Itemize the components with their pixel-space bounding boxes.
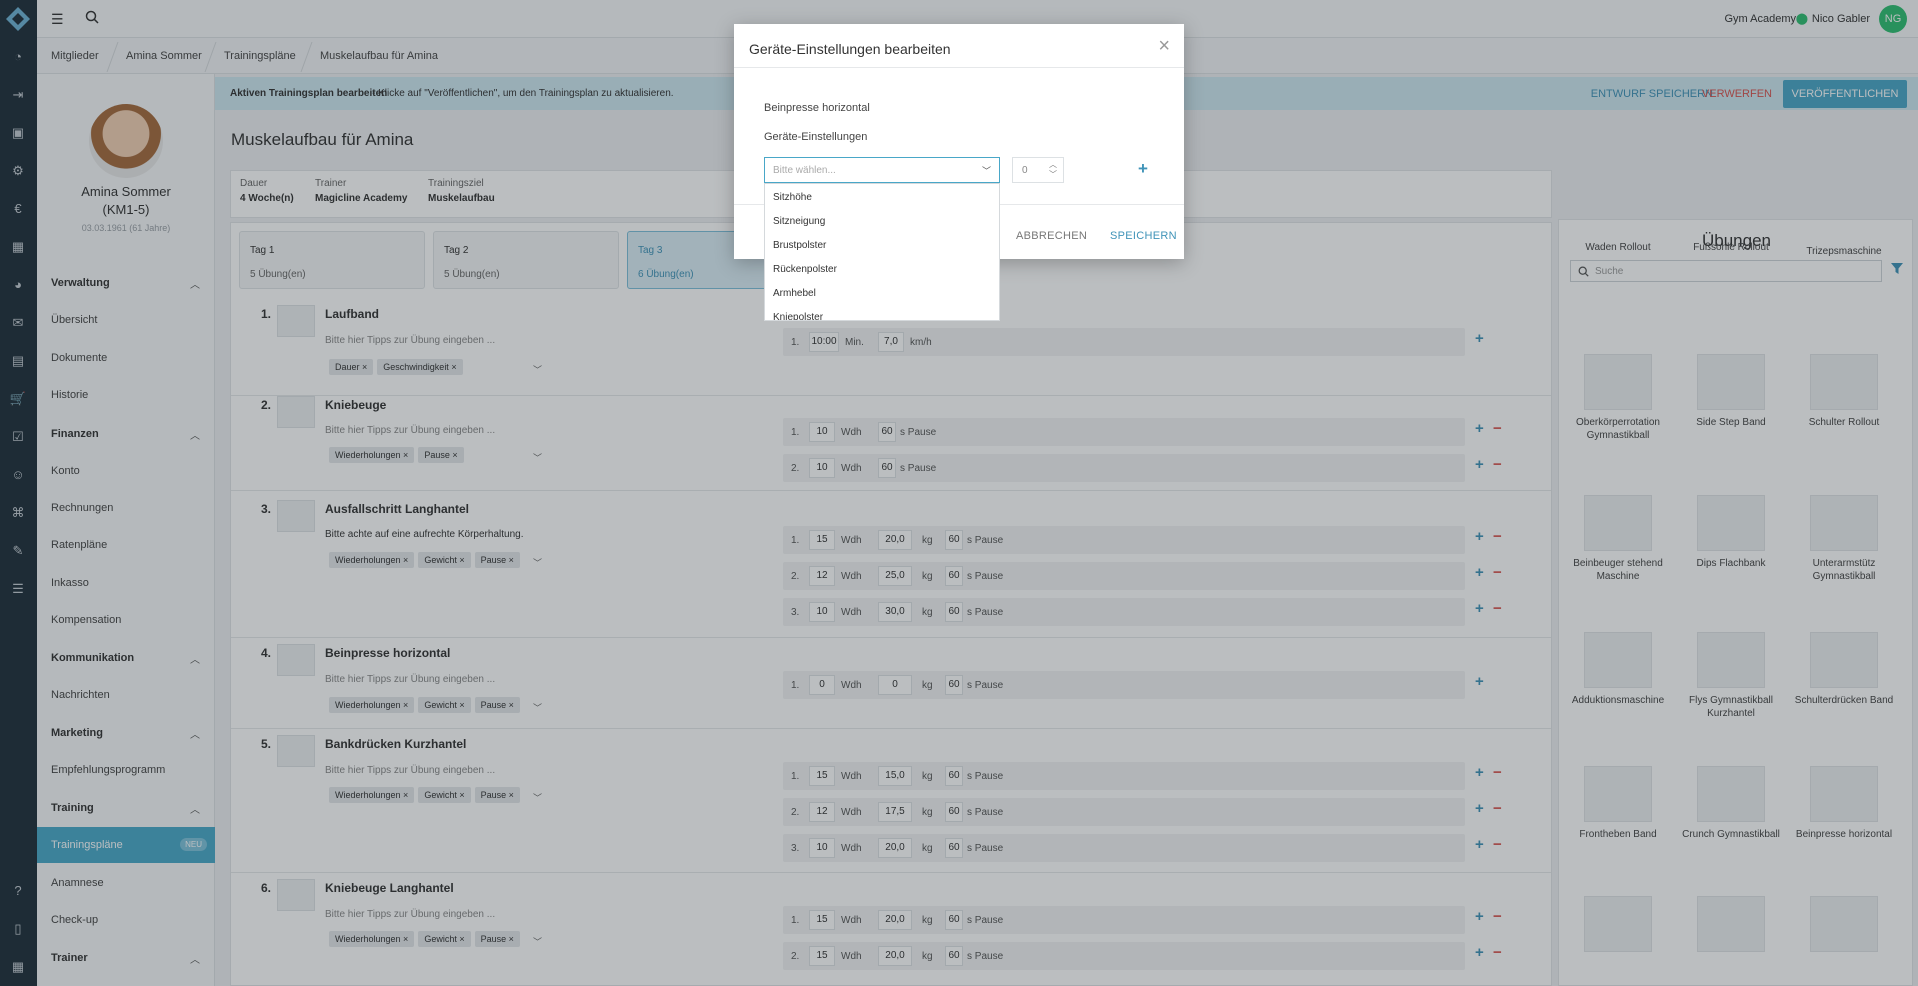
option-item[interactable]: Sitzhöhe	[773, 192, 812, 203]
chevron-down-icon[interactable]: ﹀	[982, 164, 991, 177]
setting-value-stepper[interactable]: 0 ︿ ﹀	[1012, 157, 1064, 183]
option-item[interactable]: Rückenpolster	[773, 264, 837, 275]
setting-options-list: Sitzhöhe Sitzneigung Brustpolster Rücken…	[764, 183, 1000, 321]
divider	[734, 67, 1184, 68]
option-item[interactable]: Brustpolster	[773, 240, 826, 251]
save-button[interactable]: SPEICHERN	[1110, 230, 1177, 242]
cancel-button[interactable]: ABBRECHEN	[1016, 230, 1087, 242]
add-setting-icon[interactable]: +	[1138, 159, 1148, 179]
stepper-arrows-icon[interactable]: ︿ ﹀	[1049, 160, 1057, 180]
close-icon[interactable]: ×	[1158, 35, 1170, 58]
option-item[interactable]: Armhebel	[773, 288, 816, 299]
setting-select[interactable]: Bitte wählen... ﹀	[764, 157, 1000, 183]
device-name: Beinpresse horizontal	[764, 102, 870, 114]
device-settings-label: Geräte-Einstellungen	[764, 131, 868, 143]
stepper-value[interactable]: 0	[1022, 165, 1028, 176]
option-item[interactable]: Sitzneigung	[773, 216, 825, 227]
select-placeholder: Bitte wählen...	[773, 165, 836, 176]
dialog-title: Geräte-Einstellungen bearbeiten	[749, 41, 951, 57]
option-item[interactable]: Kniepolster	[773, 312, 823, 320]
